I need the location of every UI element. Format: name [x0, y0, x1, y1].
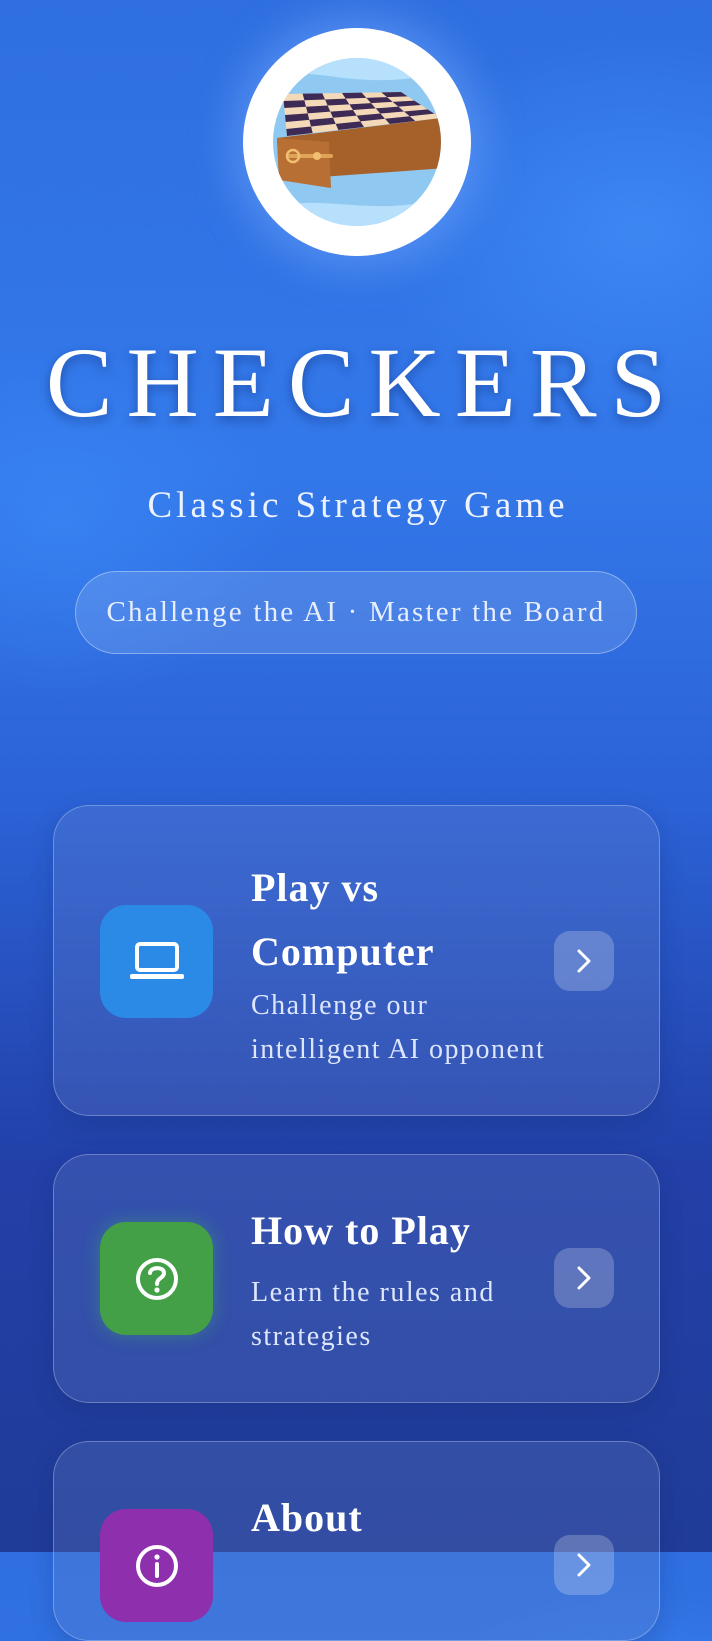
app-subtitle: Classic Strategy Game [147, 485, 569, 526]
tagline-badge: Challenge the AI · Master the Board [75, 571, 637, 654]
menu-card-title: How to Play [251, 1208, 471, 1253]
info-icon [100, 1509, 213, 1622]
chevron-right-icon[interactable] [554, 1248, 614, 1308]
chevron-right-icon[interactable] [554, 1535, 614, 1595]
menu-card-play-vs-computer[interactable]: Play vs Computer Challenge our intellige… [53, 805, 660, 1116]
menu-card-how-to-play[interactable]: How to Play Learn the rules and strategi… [53, 1154, 660, 1403]
help-circle-icon [100, 1222, 213, 1335]
checkerboard-logo-icon [273, 58, 441, 226]
menu-card-title: About [251, 1495, 363, 1540]
menu-card-about[interactable]: About [53, 1441, 660, 1641]
menu-card-description: Challenge our intelligent AI opponent [251, 990, 546, 1065]
laptop-icon [100, 905, 213, 1018]
checkerboard-logo-graphic [273, 58, 441, 226]
tagline-text: Challenge the AI · Master the Board [106, 596, 606, 628]
chevron-right-icon[interactable] [554, 931, 614, 991]
menu-card-description: Learn the rules and strategies [251, 1277, 495, 1352]
app-logo [243, 28, 471, 256]
main-menu-screen: { "app": { "title": "CHECKERS", "subtitl… [0, 0, 712, 1641]
app-title: CHECKERS [45, 327, 681, 438]
menu-card-title: Play vs Computer [251, 865, 435, 974]
